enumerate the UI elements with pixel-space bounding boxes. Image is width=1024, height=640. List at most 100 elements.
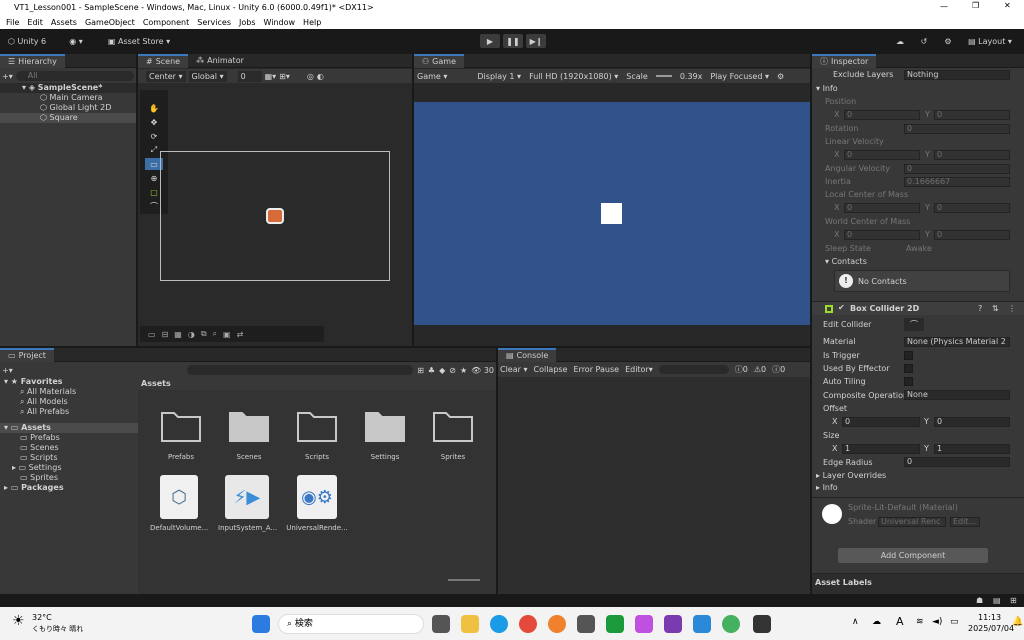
game-mode-dropdown[interactable]: Game ▾ — [417, 72, 447, 81]
unity-editor-icon[interactable] — [753, 615, 771, 633]
resolution-dropdown[interactable]: Full HD (1920x1080) ▾ — [529, 72, 618, 81]
play-mode-dropdown[interactable]: Play Focused ▾ — [710, 72, 769, 81]
wifi-icon[interactable]: ≋ — [916, 617, 924, 627]
assets-foldout[interactable]: ▾ ▭ Assets — [0, 423, 138, 433]
pause-button[interactable]: ❚❚ — [503, 34, 523, 48]
battery-icon[interactable]: ▭ — [950, 617, 959, 627]
search-icon[interactable]: ⌕ — [213, 329, 217, 339]
menu-services[interactable]: Services — [197, 18, 231, 27]
grid-file-input-system[interactable]: ⚡▶ InputSystem_A... — [218, 475, 277, 532]
tilemap-icon[interactable]: ▦ — [174, 330, 182, 339]
error-count[interactable]: ⓘ0 — [772, 364, 785, 375]
shader-edit-button[interactable]: Edit... — [950, 517, 980, 527]
tab-game[interactable]: ⚇ Game — [414, 53, 464, 68]
hierarchy-item-main-camera[interactable]: ⬡ Main Camera — [0, 93, 136, 103]
collapse-button[interactable]: Collapse — [533, 365, 567, 374]
asset-folder-prefabs[interactable]: ▭ Prefabs — [0, 433, 138, 443]
display-dropdown[interactable]: Display 1 ▾ — [477, 72, 521, 81]
help-icon[interactable]: ? — [978, 304, 982, 313]
firefox-icon[interactable] — [548, 615, 566, 633]
start-icon[interactable] — [252, 615, 270, 633]
label-icon[interactable]: ◆ — [439, 366, 445, 375]
used-by-effector-checkbox[interactable] — [904, 364, 913, 373]
notification-icon[interactable]: 🔔 — [1012, 617, 1023, 627]
console-search[interactable] — [658, 365, 729, 374]
lock-icon[interactable]: ⊘ — [449, 366, 456, 375]
edge-icon[interactable] — [490, 615, 508, 633]
add-icon[interactable]: +▾ — [2, 366, 13, 375]
draw-mode-icon[interactable]: ◎ — [307, 72, 314, 81]
tab-scene[interactable]: # Scene — [138, 53, 189, 68]
clear-button[interactable]: Clear ▾ — [500, 365, 527, 374]
scale-slider[interactable] — [655, 75, 672, 77]
ime-indicator[interactable]: A — [896, 615, 904, 628]
icon-size-slider[interactable] — [448, 579, 480, 581]
breadcrumb[interactable]: Assets — [138, 377, 496, 390]
grid-file-default-volume[interactable]: ⬡ DefaultVolume... — [150, 475, 208, 532]
space-dropdown[interactable]: Global ▾ — [188, 70, 227, 82]
maximize-icon[interactable]: ❐ — [972, 1, 979, 10]
project-search[interactable] — [186, 365, 414, 375]
grid-folder-scenes[interactable]: Scenes — [224, 407, 274, 461]
fav-all-materials[interactable]: ⌕ All Materials — [0, 387, 138, 397]
size-x[interactable]: 1 — [842, 444, 920, 454]
snap-field[interactable]: 0 — [237, 70, 262, 82]
favorites-foldout[interactable]: ▾ ★ Favorites — [0, 377, 138, 387]
account-button[interactable]: ⬡ Unity 6 — [4, 34, 50, 48]
light-icon[interactable]: ◑ — [188, 330, 195, 339]
visual-studio-icon[interactable] — [664, 615, 682, 633]
menu-help[interactable]: Help — [303, 18, 321, 27]
asset-store-button[interactable]: ▣ Asset Store ▾ — [104, 34, 174, 48]
menu-gameobject[interactable]: GameObject — [85, 18, 135, 27]
close-icon[interactable]: ✕ — [1004, 1, 1011, 10]
play-button[interactable]: ▶ — [480, 34, 500, 48]
fav-all-prefabs[interactable]: ⌕ All Prefabs — [0, 407, 138, 417]
explorer-icon[interactable] — [461, 615, 479, 633]
layer-overrides-foldout[interactable]: ▸ Layer Overrides — [816, 471, 886, 481]
preset-icon[interactable]: ⇅ — [992, 304, 999, 313]
copilot-icon[interactable] — [635, 615, 653, 633]
gear-icon[interactable]: ⚙ — [777, 72, 784, 81]
grid-snap-icon[interactable]: ▦▾ — [265, 72, 277, 81]
grid-folder-settings[interactable]: Settings — [360, 407, 410, 461]
grid-folder-scripts[interactable]: Scripts — [292, 407, 342, 461]
chevron-up-icon[interactable]: ∧ — [852, 617, 859, 627]
size-y[interactable]: 1 — [934, 444, 1010, 454]
shuffle-icon[interactable]: ⇄ — [237, 330, 244, 339]
increment-icon[interactable]: ⊞▾ — [279, 72, 290, 81]
offset-x[interactable]: 0 — [842, 417, 920, 427]
settings-icon[interactable]: ⚙ — [940, 34, 956, 48]
align-icon[interactable]: ⊟ — [162, 330, 169, 339]
vscode-icon[interactable] — [693, 615, 711, 633]
rotate-tool-icon[interactable]: ⟳ — [145, 130, 163, 142]
move-tool-icon[interactable]: ✥ — [145, 116, 163, 128]
minimize-icon[interactable]: — — [940, 2, 948, 11]
offset-y[interactable]: 0 — [934, 417, 1010, 427]
is-trigger-checkbox[interactable] — [904, 351, 913, 360]
packages-foldout[interactable]: ▸ ▭ Packages — [0, 483, 138, 493]
weather-icon[interactable]: ☀ — [12, 613, 25, 629]
pivot-dropdown[interactable]: Center ▾ — [146, 70, 186, 82]
error-pause-button[interactable]: Error Pause — [573, 365, 619, 374]
edit-collider-button[interactable]: ⌒ — [904, 318, 924, 331]
grid-folder-prefabs[interactable]: Prefabs — [156, 407, 206, 461]
grid-file-universal-render[interactable]: ◉⚙ UniversalRende... — [286, 475, 348, 532]
shader-dropdown[interactable]: Universal Renc — [878, 517, 946, 527]
menu-window[interactable]: Window — [264, 18, 296, 27]
user-icon[interactable]: ◉ ▾ — [58, 34, 94, 48]
warning-count[interactable]: ⚠0 — [754, 365, 766, 374]
auto-tiling-checkbox[interactable] — [904, 377, 913, 386]
more-icon[interactable]: ⋮ — [1008, 304, 1016, 313]
progress-icon[interactable]: ▤ — [993, 596, 1001, 605]
menu-jobs[interactable]: Jobs — [239, 18, 256, 27]
scene-root[interactable]: ▾ ◈ SampleScene* — [0, 83, 136, 93]
menu-file[interactable]: File — [6, 18, 19, 27]
tab-inspector[interactable]: ⓘ Inspector — [812, 53, 877, 68]
taskbar-search[interactable]: ⌕ 検索 — [278, 614, 424, 634]
hierarchy-item-square[interactable]: ⬡ Square — [0, 113, 136, 123]
add-component-button[interactable]: Add Component — [838, 548, 988, 563]
layout-dropdown[interactable]: ▤ Layout ▾ — [962, 34, 1018, 48]
filter-icon[interactable]: ⊞ — [417, 366, 424, 375]
grid-folder-sprites[interactable]: Sprites — [428, 407, 478, 461]
asset-folder-sprites[interactable]: ▭ Sprites — [0, 473, 138, 483]
